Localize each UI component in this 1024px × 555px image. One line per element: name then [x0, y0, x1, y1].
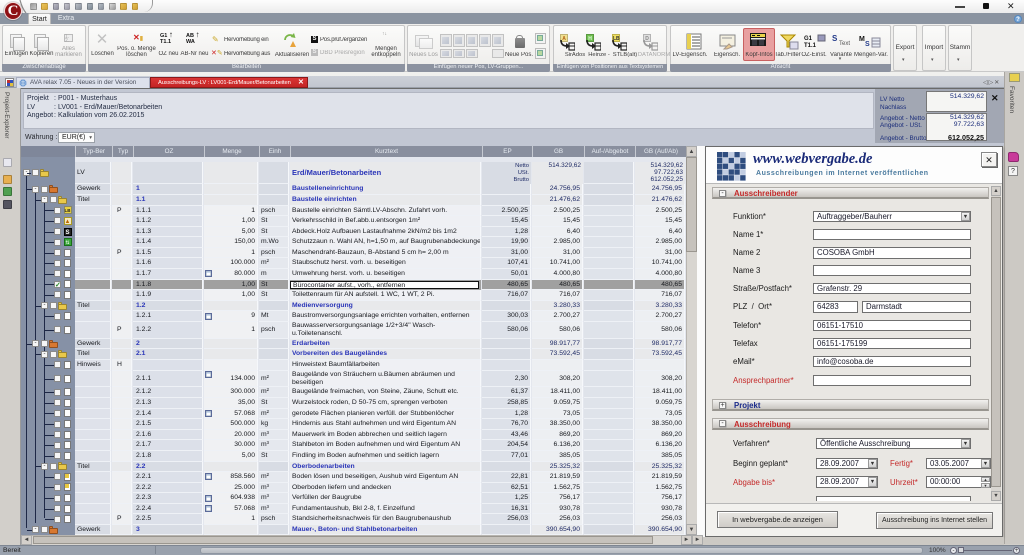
svg-text:S: S: [865, 41, 870, 48]
svg-text:Text: Text: [839, 41, 850, 47]
svg-text:T1.1: T1.1: [804, 43, 817, 49]
svg-text:G1: G1: [804, 36, 813, 42]
svg-text:S: S: [832, 34, 838, 43]
